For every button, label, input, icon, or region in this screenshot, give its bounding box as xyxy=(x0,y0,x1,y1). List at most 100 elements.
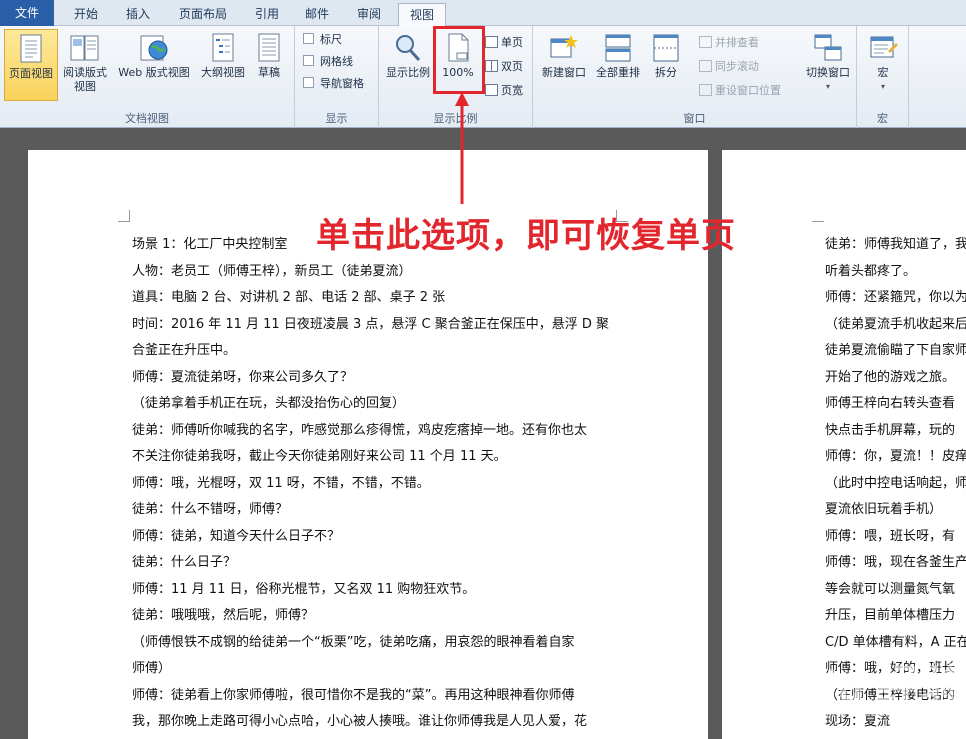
draft-view-icon xyxy=(258,33,280,62)
text-line: 听着头都疼了。 xyxy=(825,263,917,279)
switch-window-icon xyxy=(814,34,842,61)
reset-window-position-icon xyxy=(699,84,712,96)
text-line: 师傅：哦，现在各釜生产 xyxy=(825,555,966,570)
text-line: 我，那你晚上走路可得小心点哈，小心被人揍哦。谁让你师傅我是人见人爱，花 xyxy=(132,714,588,729)
two-pages-label: 双页 xyxy=(501,60,523,73)
callout-text: 单击此选项，即可恢复单页 xyxy=(316,216,736,256)
draft-view-label: 草稿 xyxy=(258,66,280,79)
text-line: 时间：2016 年 11 月 11 日夜班凌晨 3 点，悬浮 C 聚合釜正在保压… xyxy=(132,316,609,332)
outline-view-button[interactable]: 大纲视图 xyxy=(198,29,248,101)
reading-layout-label: 阅读版式视图 xyxy=(63,66,107,93)
text-line: 师傅：你，夏流！！皮痒 xyxy=(825,449,966,464)
side-by-side-button[interactable]: 并排查看 xyxy=(699,34,759,52)
reset-window-position-label: 重设窗口位置 xyxy=(715,84,781,97)
tab-references[interactable]: 引用 xyxy=(244,3,290,26)
new-window-icon xyxy=(550,35,578,58)
text-line: 升压，目前单体槽压力 xyxy=(825,608,956,623)
group-label-macros: 宏 xyxy=(877,112,888,125)
tab-page-layout[interactable]: 页面布局 xyxy=(166,3,240,26)
arrange-all-icon xyxy=(605,34,631,62)
split-button[interactable]: 拆分 xyxy=(647,29,685,101)
text-line: 师傅：11 月 11 日，俗称光棍节，又名双 11 购物狂欢节。 xyxy=(132,581,476,597)
page-1-text: 场景 1：化工厂中央控制室 人物：老员工（师傅王梓），新员工（徒弟夏流） 道具：… xyxy=(132,232,609,736)
text-line: 徒弟：什么日子？ xyxy=(132,555,237,570)
switch-window-button[interactable]: 切换窗口 ▾ xyxy=(801,29,855,101)
new-window-button[interactable]: 新建窗口 xyxy=(537,29,591,101)
ruler-checkbox-box xyxy=(303,33,314,44)
two-pages-icon xyxy=(485,60,498,72)
text-line: （徒弟拿着手机正在玩，头都没抬伤心的回复） xyxy=(132,396,406,411)
text-line: 徒弟：师傅我知道了，我 xyxy=(825,237,966,252)
gridlines-checkbox[interactable]: 网格线 xyxy=(303,54,353,70)
two-pages-button[interactable]: 双页 xyxy=(485,58,523,76)
split-label: 拆分 xyxy=(655,66,677,79)
highlight-box xyxy=(433,26,485,94)
one-page-icon xyxy=(485,36,498,48)
tab-home[interactable]: 开始 xyxy=(58,3,114,26)
text-line: 徒弟：哦哦哦，然后呢，师傅？ xyxy=(132,608,315,623)
sync-scroll-button[interactable]: 同步滚动 xyxy=(699,58,759,76)
zoom-button[interactable]: 显示比例 xyxy=(383,29,433,101)
text-line: 人物：老员工（师傅王梓），新员工（徒弟夏流） xyxy=(132,263,412,279)
one-page-label: 单页 xyxy=(501,36,523,49)
text-line: 徒弟夏流偷瞄了下自家师 xyxy=(825,343,966,358)
nav-pane-label: 导航窗格 xyxy=(320,77,364,90)
macros-label: 宏 xyxy=(877,66,889,79)
reset-window-position-button[interactable]: 重设窗口位置 xyxy=(699,82,781,100)
group-show: 标尺 网格线 导航窗格 显示 xyxy=(295,26,379,128)
web-layout-button[interactable]: Web 版式视图 xyxy=(112,29,196,101)
reading-layout-button[interactable]: 阅读版式视图 xyxy=(60,29,110,101)
magnifier-icon xyxy=(396,35,421,62)
macros-dropdown-icon: ▾ xyxy=(880,82,885,91)
text-line: 师傅：还紧箍咒，你以为 xyxy=(825,290,966,305)
sync-scroll-icon xyxy=(699,60,712,72)
text-line: 合釜正在升压中。 xyxy=(132,343,237,358)
page-view-label: 页面视图 xyxy=(9,67,53,80)
group-macros: 宏 ▾ 宏 xyxy=(857,26,909,128)
nav-pane-checkbox[interactable]: 导航窗格 xyxy=(303,76,364,92)
tab-view[interactable]: 视图 xyxy=(398,3,446,27)
tab-insert[interactable]: 插入 xyxy=(114,3,162,26)
text-line: 师傅） xyxy=(132,661,172,676)
group-document-views: 页面视图 阅读版式视图 Web 版式视图 大纲视图 草稿 文档视图 xyxy=(0,26,295,128)
outline-view-icon xyxy=(212,33,234,62)
side-by-side-icon xyxy=(699,36,712,48)
ruler-label: 标尺 xyxy=(320,33,342,46)
zoom-label: 显示比例 xyxy=(386,66,430,79)
macros-icon xyxy=(870,36,898,58)
macros-button[interactable]: 宏 ▾ xyxy=(861,29,905,101)
red-arrow-icon xyxy=(455,92,469,204)
nav-pane-checkbox-box xyxy=(303,77,314,88)
text-line: 师傅：哦，光棍呀，双 11 呀，不错，不错，不错。 xyxy=(132,475,430,491)
text-line: 师傅：徒弟看上你家师傅啦，很可惜你不是我的“菜”。再用这种眼神看你师傅 xyxy=(132,687,575,703)
ruler-checkbox[interactable]: 标尺 xyxy=(303,32,342,48)
switch-window-label: 切换窗口 xyxy=(806,66,850,79)
baidu-watermark-url: jingyan.baidu.com xyxy=(826,704,931,719)
gridlines-label: 网格线 xyxy=(320,55,353,68)
text-line: 师傅王梓向右转头查看 xyxy=(825,396,956,411)
text-line: 师傅：喂，班长呀，有 xyxy=(825,528,956,544)
draft-view-button[interactable]: 草稿 xyxy=(250,29,288,101)
side-by-side-label: 并排查看 xyxy=(715,36,759,49)
gridlines-checkbox-box xyxy=(303,55,314,66)
text-line: 夏流依旧玩着手机） xyxy=(825,502,943,517)
page-width-label: 页宽 xyxy=(501,84,523,97)
sync-scroll-label: 同步滚动 xyxy=(715,60,759,73)
arrange-all-label: 全部重排 xyxy=(596,66,640,79)
split-icon xyxy=(653,34,679,62)
tab-mailings[interactable]: 邮件 xyxy=(294,3,340,26)
text-line: 不关注你徒弟我呀，截止今天你徒弟刚好来公司 11 个月 11 天。 xyxy=(132,449,507,464)
tab-review[interactable]: 审阅 xyxy=(344,3,394,26)
one-page-button[interactable]: 单页 xyxy=(485,34,523,52)
ribbon-tab-bar: 文件 开始 插入 页面布局 引用 邮件 审阅 视图 xyxy=(0,0,966,27)
page-width-button[interactable]: 页宽 xyxy=(485,82,523,100)
text-line: 道具：电脑 2 台、对讲机 2 部、电话 2 部、桌子 2 张 xyxy=(132,290,446,305)
crop-mark xyxy=(118,210,130,222)
text-line: 开始了他的游戏之旅。 xyxy=(825,369,956,385)
reading-layout-icon xyxy=(70,35,99,61)
tab-file[interactable]: 文件 xyxy=(0,0,54,26)
text-line: 快点击手机屏幕，玩的 xyxy=(825,422,956,438)
crop-mark xyxy=(812,210,824,222)
arrange-all-button[interactable]: 全部重排 xyxy=(591,29,645,101)
page-view-button[interactable]: 页面视图 xyxy=(4,29,58,101)
